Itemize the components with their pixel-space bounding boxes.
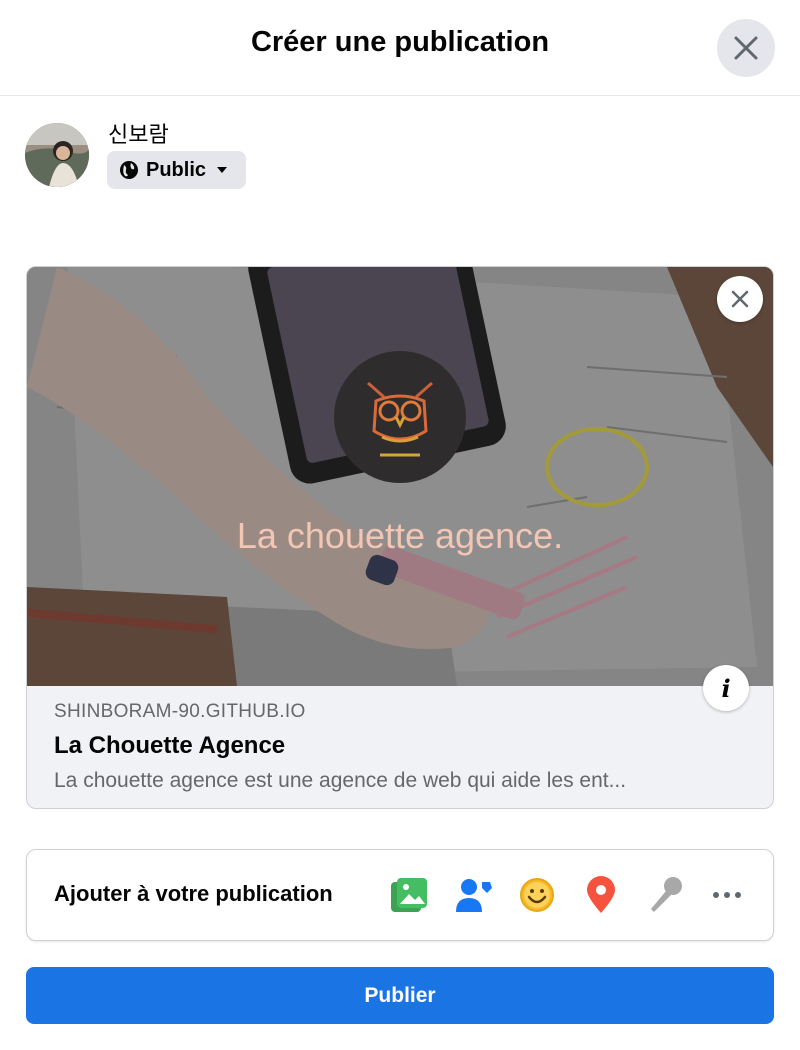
preview-image-tagline: La chouette agence. [236, 515, 564, 556]
globe-icon [120, 161, 138, 179]
avatar[interactable] [25, 123, 89, 187]
link-preview-card[interactable]: La chouette agence. i SHINBORAM-90.GITHU… [26, 266, 774, 809]
add-to-post-bar: Ajouter à votre publication [26, 849, 774, 941]
close-button[interactable] [717, 19, 775, 77]
dialog-header: Créer une publication [0, 0, 800, 96]
photo-video-button[interactable] [387, 873, 431, 917]
info-button[interactable]: i [703, 665, 749, 711]
link-domain: SHINBORAM-90.GITHUB.IO [54, 701, 306, 722]
link-title: La Chouette Agence [54, 732, 286, 759]
link-preview-image: La chouette agence. [27, 267, 773, 686]
link-description: La chouette agence est une agence de web… [54, 769, 627, 792]
privacy-label: Public [146, 158, 207, 181]
add-to-post-label: Ajouter à votre publication [54, 881, 333, 906]
check-in-icon [587, 876, 615, 913]
owl-logo-icon [334, 351, 466, 483]
privacy-selector[interactable]: Public [107, 151, 246, 189]
tag-people-icon [456, 879, 492, 912]
caret-down-icon [217, 167, 228, 173]
remove-link-preview-button[interactable] [717, 276, 763, 322]
close-icon [731, 290, 749, 308]
dialog-title: Créer une publication [250, 26, 550, 58]
photo-video-icon [391, 878, 427, 912]
close-icon [734, 36, 758, 60]
feeling-icon [520, 878, 554, 912]
check-in-button[interactable] [579, 873, 623, 917]
live-video-button[interactable] [643, 873, 687, 917]
publish-button[interactable]: Publier [26, 967, 774, 1024]
tag-people-button[interactable] [452, 873, 496, 917]
more-icon [713, 892, 741, 898]
info-icon: i [721, 673, 731, 703]
author-name: 신보람 [108, 122, 169, 147]
microphone-icon [651, 877, 682, 912]
feeling-button[interactable] [515, 873, 559, 917]
more-options-button[interactable] [705, 873, 749, 917]
